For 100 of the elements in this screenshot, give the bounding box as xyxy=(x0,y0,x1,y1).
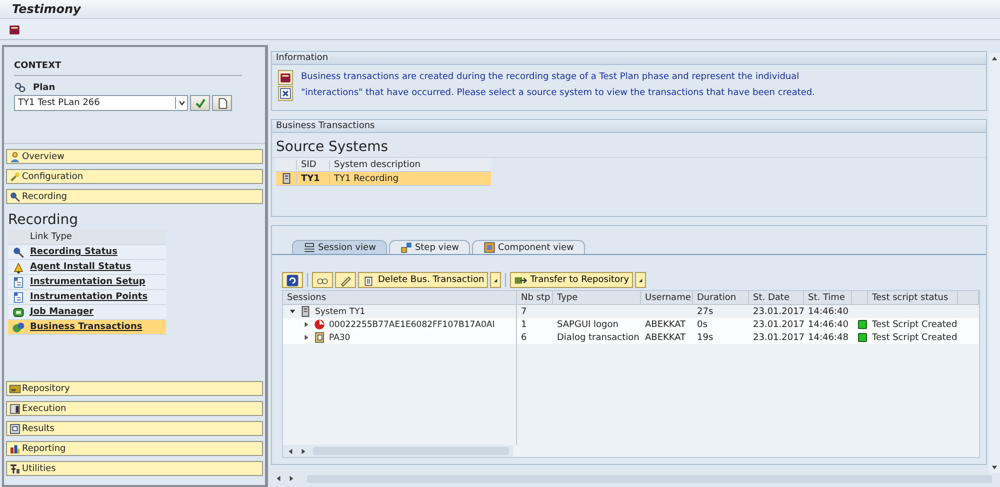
expander-arrow[interactable] xyxy=(303,334,310,341)
caret-icon[interactable] xyxy=(178,99,186,107)
link[interactable]: Job Manager xyxy=(28,307,94,317)
column-header: Username xyxy=(641,291,693,304)
transfer-button[interactable]: Transfer to Repository xyxy=(510,272,634,288)
link[interactable]: Instrumentation Setup xyxy=(28,277,146,287)
circles-icon xyxy=(12,320,24,334)
delete-button[interactable]: Delete Bus. Transaction xyxy=(358,272,488,288)
panel-header: Business Transactions xyxy=(272,120,986,133)
column-header: System description xyxy=(329,160,491,170)
table-cell: PA30 xyxy=(329,332,350,342)
column-header: St. Time xyxy=(804,291,852,304)
document-icon xyxy=(12,276,24,288)
table-cell-text: SAPGUI logon xyxy=(556,318,620,331)
scrollbar[interactable] xyxy=(283,445,513,457)
tab[interactable]: Component view xyxy=(472,240,585,254)
scroll-left-arrow-icon[interactable] xyxy=(275,475,282,482)
column-header: Sessions xyxy=(283,291,517,304)
table-cell-text: 14:46:40 xyxy=(807,306,850,318)
table-row[interactable]: TY1 TY1 Recording xyxy=(276,172,491,186)
close-icon xyxy=(279,86,292,100)
nav-button[interactable]: Recording xyxy=(6,189,263,204)
table-cell-text: 7 xyxy=(520,306,528,318)
confirm-button[interactable] xyxy=(190,95,210,111)
expander-arrow[interactable] xyxy=(289,308,296,315)
book-icon xyxy=(279,70,292,84)
link[interactable]: Business Transactions xyxy=(28,322,142,332)
component-icon xyxy=(483,241,496,254)
wrench-icon xyxy=(9,170,21,182)
table-cell-text: 27s xyxy=(696,306,714,318)
pencil-icon xyxy=(339,274,352,286)
refresh-button[interactable] xyxy=(282,272,303,288)
bar-chart-icon xyxy=(9,442,21,454)
person-icon xyxy=(9,150,21,162)
scroll-down-arrow-icon[interactable] xyxy=(991,464,998,471)
nav-button[interactable]: Repository xyxy=(6,381,263,396)
panel-header: Information xyxy=(272,52,986,65)
nav-button[interactable]: Execution xyxy=(6,401,263,416)
link[interactable]: Instrumentation Points xyxy=(28,292,148,302)
column-header: Link Type xyxy=(29,232,72,242)
tab[interactable]: Step view xyxy=(388,240,470,254)
display-button[interactable] xyxy=(312,272,333,288)
table-cell-text: 14:46:40 xyxy=(807,318,850,331)
scroll-up-arrow-icon[interactable] xyxy=(991,55,998,62)
tab[interactable]: Session view xyxy=(292,240,387,254)
scroll-right-arrow-icon[interactable] xyxy=(288,475,295,482)
plan-dropdown[interactable]: TY1 Test PLan 266 xyxy=(14,95,188,111)
scrollbar[interactable] xyxy=(989,53,1000,473)
steps-icon xyxy=(400,241,413,254)
column-header: St. Date xyxy=(749,291,804,304)
caret-icon xyxy=(638,278,644,282)
table-cell-text: ABEKKAT xyxy=(644,332,687,344)
table-cell-text: 23.01.2017 xyxy=(752,318,804,331)
table-cell-text: 0s xyxy=(696,318,708,331)
nav-button[interactable]: Results xyxy=(6,421,263,436)
table-cell: 00022255B77AE1E6082FF107B17A0AI xyxy=(329,320,495,330)
scroll-left-arrow-icon[interactable] xyxy=(287,448,294,454)
table-cell-text: 1 xyxy=(520,318,528,331)
column-header: Test script status xyxy=(868,291,958,304)
table-cell-text: ABEKKAT xyxy=(644,318,687,331)
expander-arrow[interactable] xyxy=(303,321,310,328)
bell-icon xyxy=(12,260,24,274)
new-button[interactable] xyxy=(212,95,232,111)
table-cell: TY1 Recording xyxy=(329,174,491,184)
table-cell-text: Test Script Created xyxy=(871,318,958,331)
scroll-right-arrow-icon[interactable] xyxy=(300,448,307,454)
column-header: Nb stp xyxy=(517,291,553,304)
checkmark-icon xyxy=(194,96,206,110)
edit-button[interactable] xyxy=(335,272,356,288)
plan-label: Plan xyxy=(33,82,56,92)
nav-button[interactable]: Reporting xyxy=(6,441,263,456)
info-text: "interactions" that have occurred. Please select a source system to view the transactions that have been created. xyxy=(301,88,815,98)
table-cell-text: Test Script Created xyxy=(871,332,958,344)
table-cell: TY1 xyxy=(296,174,329,184)
job-icon xyxy=(12,306,24,318)
column-header: SID xyxy=(296,160,329,170)
refresh-icon xyxy=(286,274,299,286)
document-icon xyxy=(12,290,24,304)
table-cell-text: Dialog transaction xyxy=(556,332,640,344)
link[interactable]: Agent Install Status xyxy=(28,262,132,272)
nav-button[interactable]: Configuration xyxy=(6,169,263,184)
nav-button[interactable]: Overview xyxy=(6,149,263,164)
table-cell: System TY1 xyxy=(315,306,366,316)
window-icon xyxy=(9,422,21,434)
link-icon xyxy=(14,81,27,94)
context-heading: CONTEXT xyxy=(14,61,242,76)
dropdown-button[interactable] xyxy=(635,272,646,288)
section-title: Recording xyxy=(8,212,80,228)
tools-icon xyxy=(9,462,21,474)
table-cell-text: 14:46:48 xyxy=(807,332,850,344)
table-cell-text: 19s xyxy=(696,332,714,344)
table-cell-text: 23.01.2017 xyxy=(752,332,804,344)
info-text: Business transactions are created during the recording stage of a Test Plan phase and represent the individual xyxy=(301,72,800,82)
nav-button[interactable]: Utilities xyxy=(6,461,263,476)
caret-icon xyxy=(493,278,498,282)
dropdown-button[interactable] xyxy=(490,272,502,288)
link[interactable]: Recording Status xyxy=(28,247,118,257)
table-cell-text: 6 xyxy=(520,332,528,344)
book-icon[interactable] xyxy=(8,22,21,36)
folder-icon xyxy=(9,382,21,394)
